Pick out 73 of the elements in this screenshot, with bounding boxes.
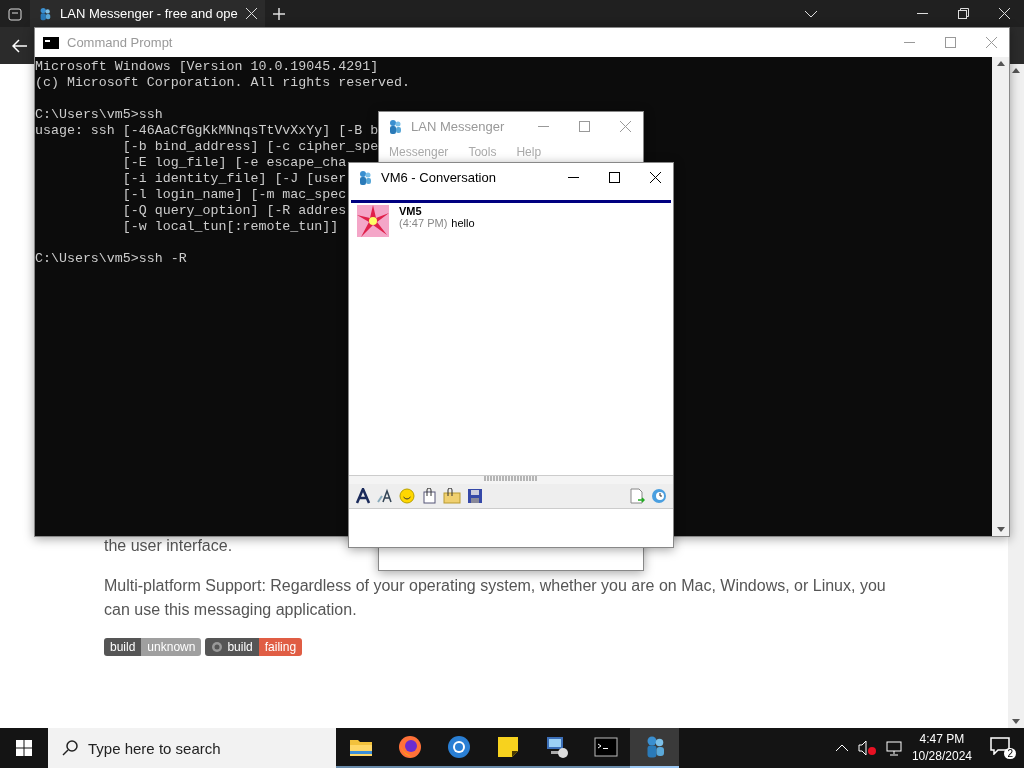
clock[interactable]: 4:47 PM 10/28/2024 — [911, 731, 972, 765]
note-icon — [496, 736, 519, 758]
fox-icon — [397, 735, 422, 759]
window-title: LAN Messenger — [411, 119, 505, 134]
console-line: [-l login_name] [-m mac_spec — [121, 187, 347, 202]
message-text: hello — [451, 217, 475, 229]
console-line: [-b bind_address] [-c cipher_spe — [121, 139, 379, 154]
grip-icon[interactable] — [484, 476, 538, 481]
font-color-icon[interactable] — [377, 488, 393, 504]
console-line: usage: ssh [-46AaCfGgKkMNnqsTtVvXxYy] [-B b — [35, 123, 379, 138]
close-icon[interactable] — [650, 172, 661, 183]
scrollbar[interactable] — [1008, 64, 1024, 728]
console-line: C:\Users\vm5>ssh -R — [35, 251, 187, 266]
circle-icon — [211, 641, 224, 653]
chevron-down-icon[interactable] — [805, 9, 817, 18]
computer-icon — [544, 735, 569, 759]
console-line: C:\Users\vm5>ssh — [35, 107, 163, 122]
smiley-icon[interactable] — [399, 488, 415, 504]
tab-list-icon[interactable] — [8, 6, 22, 21]
attach-folder-icon[interactable] — [443, 488, 461, 504]
clock-time: 4:47 PM — [919, 731, 965, 748]
messenger-icon — [357, 169, 373, 186]
console-line: (c) Microsoft Corporation. All rights reserved. — [35, 75, 411, 90]
messenger-icon — [387, 118, 403, 135]
minimize-icon[interactable] — [917, 12, 928, 15]
folder-icon — [348, 737, 373, 757]
terminal-icon — [593, 737, 618, 757]
taskbar-button[interactable] — [630, 728, 679, 768]
badge-value: unknown — [141, 638, 202, 656]
restore-icon[interactable] — [958, 8, 969, 19]
network-icon[interactable] — [885, 740, 902, 756]
send-file-icon[interactable] — [629, 488, 645, 504]
paragraph-text: Multi-platform Support: Regardless of your operating system, whether you are on Mac, Windows, or Linux, you can use this messaging application. — [104, 576, 887, 620]
message-input[interactable] — [349, 509, 673, 547]
clock-date: 10/28/2024 — [911, 748, 972, 765]
search-placeholder: Type here to search — [88, 739, 221, 757]
history-icon[interactable] — [651, 488, 667, 504]
new-tab-icon[interactable] — [272, 7, 285, 20]
window-title: VM6 - Conversation — [381, 170, 496, 185]
scroll-down-icon[interactable] — [1012, 719, 1020, 724]
maximize-icon[interactable] — [609, 172, 620, 183]
badge-value: failing — [258, 638, 303, 656]
sender-name: VM5 — [399, 205, 423, 217]
splitter-handle[interactable] — [349, 475, 673, 484]
scrollbar[interactable] — [992, 57, 1009, 536]
browser-tab[interactable]: LAN Messenger - free and ope — [30, 0, 265, 27]
save-icon[interactable] — [467, 488, 483, 504]
messenger-icon — [38, 6, 52, 21]
tab-title: LAN Messenger - free and ope — [60, 6, 238, 21]
console-line: [-i identity_file] [-J [user — [121, 171, 347, 186]
search-icon — [62, 740, 78, 756]
ring-icon — [446, 735, 471, 759]
console-line: [-E log_file] [-e escape_cha — [121, 155, 347, 170]
chevron-up-icon[interactable] — [835, 744, 848, 752]
scroll-down-icon[interactable] — [996, 527, 1005, 532]
notification-count: 2 — [1004, 748, 1016, 759]
windows-icon — [16, 740, 32, 756]
font-icon[interactable] — [355, 488, 371, 504]
attach-file-icon[interactable] — [421, 488, 437, 504]
terminal-icon — [43, 36, 59, 49]
console-line: [-w local_tun[:remote_tun]] — [121, 219, 339, 234]
console-line: [-Q query_option] [-R addres — [121, 203, 347, 218]
search-field[interactable]: Type here to search — [48, 728, 336, 768]
minimize-icon[interactable] — [568, 176, 579, 179]
badge-label: build — [110, 640, 136, 654]
muted-speaker-icon[interactable] — [857, 740, 876, 756]
back-arrow-icon[interactable] — [12, 38, 28, 53]
window-title: Command Prompt — [67, 35, 173, 50]
paragraph-text: the user interface. — [104, 536, 234, 556]
notification-icon[interactable] — [990, 737, 1010, 755]
console-line: Microsoft Windows [Version 10.0.19045.4291] — [35, 59, 379, 74]
message-time: (4:47 PM) — [399, 217, 448, 229]
badge-label: build — [227, 640, 253, 654]
